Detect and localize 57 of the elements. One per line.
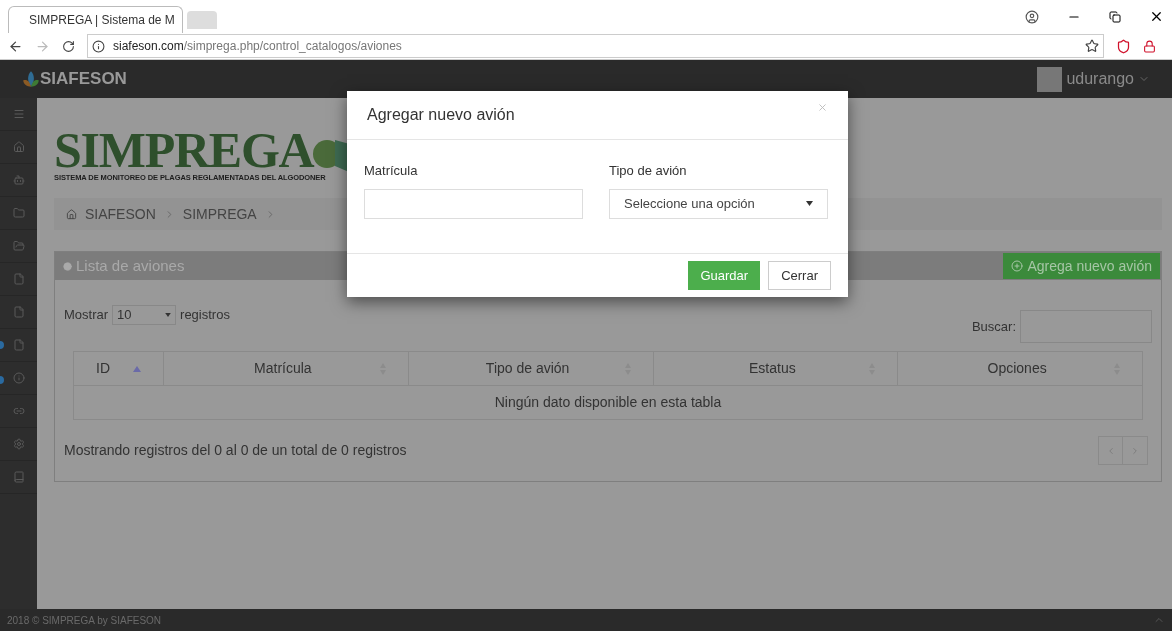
brand-name: SIAFESON bbox=[40, 68, 127, 91]
book-icon[interactable] bbox=[12, 471, 25, 483]
dropdown-caret-icon bbox=[806, 201, 813, 206]
column-header[interactable]: Tipo de avión bbox=[408, 352, 654, 385]
column-header[interactable]: ID bbox=[74, 352, 164, 385]
menu-icon[interactable] bbox=[12, 108, 25, 120]
field-label: Matrícula bbox=[364, 162, 419, 180]
plus-icon bbox=[1011, 260, 1024, 272]
input-field[interactable] bbox=[364, 188, 583, 219]
field-label: Tipo de avión bbox=[609, 162, 688, 180]
home-icon bbox=[66, 208, 77, 220]
home-icon[interactable] bbox=[12, 141, 25, 153]
search-label: Buscar: bbox=[971, 317, 1016, 336]
leaf-logo-icon bbox=[22, 69, 40, 89]
file-icon[interactable] bbox=[12, 306, 25, 318]
logo-title: SIMPREGA bbox=[54, 128, 314, 173]
info-icon bbox=[92, 39, 105, 53]
restore-icon[interactable] bbox=[1109, 10, 1121, 23]
breadcrumb-link[interactable]: SIAFESON bbox=[85, 203, 156, 225]
browser-tab[interactable]: SIMPREGA | Sistema de M bbox=[8, 6, 183, 33]
column-header[interactable]: Opciones bbox=[898, 352, 1142, 385]
dialog-button[interactable]: Cerrar bbox=[768, 261, 831, 290]
shield-icon[interactable] bbox=[1116, 38, 1131, 54]
add-button[interactable]: Agrega nuevo avión bbox=[1003, 253, 1160, 279]
table-info: Mostrando registros del 0 al 0 de un total de 0 registros bbox=[64, 441, 407, 460]
show-label: Mostrar bbox=[64, 305, 109, 324]
settings-icon[interactable] bbox=[12, 438, 25, 450]
forward-icon[interactable] bbox=[35, 38, 50, 54]
page-size-select[interactable]: 10 bbox=[112, 304, 177, 325]
breadcrumb-link[interactable]: SIMPREGA bbox=[182, 203, 257, 225]
info-icon[interactable] bbox=[12, 372, 25, 384]
android-icon[interactable] bbox=[12, 174, 25, 186]
modal-title: Agregar nuevo avión bbox=[367, 105, 515, 125]
user-menu[interactable]: udurango bbox=[1037, 66, 1150, 92]
folder-icon[interactable] bbox=[12, 240, 25, 252]
show-suffix: registros bbox=[180, 305, 230, 324]
folder-icon[interactable] bbox=[12, 207, 25, 219]
footer-text: 2018 © SIMPREGA by SIAFESON bbox=[7, 613, 162, 628]
star-icon[interactable] bbox=[1085, 39, 1099, 53]
back-icon[interactable] bbox=[8, 38, 23, 54]
link-icon[interactable] bbox=[12, 405, 25, 417]
select-field[interactable]: Seleccione una opción bbox=[609, 188, 828, 219]
avatar bbox=[1037, 66, 1063, 92]
lock-icon[interactable] bbox=[1143, 39, 1156, 53]
file-icon[interactable] bbox=[12, 339, 25, 351]
dropdown-caret-icon bbox=[165, 312, 172, 317]
column-header[interactable]: Matrícula bbox=[164, 352, 409, 385]
empty-message: Ningún dato disponible en esta tabla bbox=[493, 393, 723, 412]
reload-icon[interactable] bbox=[62, 39, 75, 53]
column-header[interactable]: Estatus bbox=[653, 352, 899, 385]
file-icon[interactable] bbox=[12, 273, 25, 285]
new-tab-button[interactable] bbox=[187, 11, 217, 29]
close-icon[interactable] bbox=[1149, 9, 1164, 24]
profile-icon[interactable] bbox=[1025, 9, 1039, 24]
address-bar[interactable]: siafeson.com/simprega.php/control_catalogos/aviones bbox=[87, 34, 1104, 58]
dialog-button[interactable]: Guardar bbox=[688, 261, 761, 290]
circle-icon bbox=[63, 261, 72, 271]
